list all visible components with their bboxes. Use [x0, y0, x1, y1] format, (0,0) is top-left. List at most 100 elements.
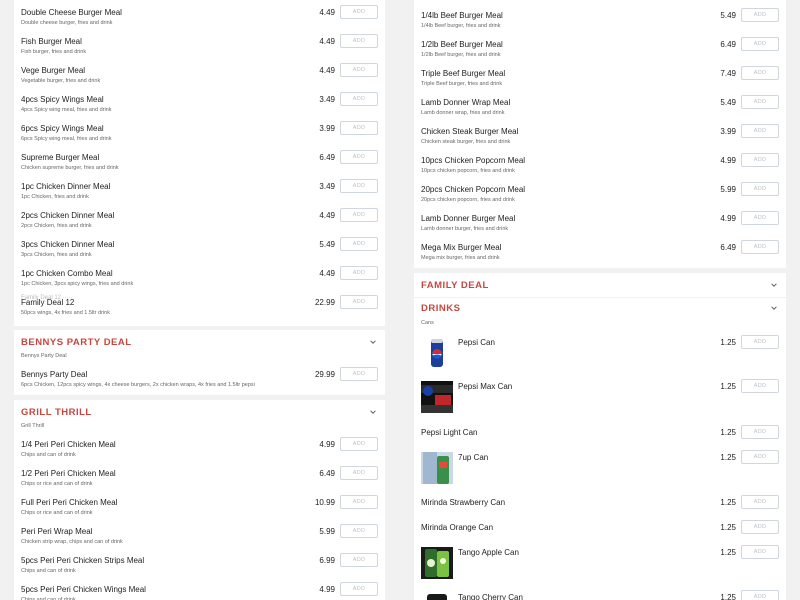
item-description: Lamb donner wrap, fries and drink: [421, 110, 505, 116]
add-button[interactable]: ADD: [340, 121, 378, 135]
item-description: Double cheese burger, fries and drink: [21, 20, 113, 26]
item-name: 10pcs Chicken Popcorn Meal: [421, 156, 526, 165]
add-button[interactable]: ADD: [741, 240, 779, 254]
item-name: Lamb Donner Burger Meal: [421, 214, 516, 223]
item-name: Chicken Steak Burger Meal: [421, 127, 519, 136]
bennys-party-deal-subtitle: Bennys Party Deal: [21, 353, 67, 359]
add-button[interactable]: ADD: [340, 367, 378, 381]
item-price: 4.49: [319, 66, 335, 75]
item-price: 1.25: [720, 382, 736, 391]
add-button[interactable]: ADD: [741, 379, 779, 393]
add-button[interactable]: ADD: [340, 63, 378, 77]
add-button[interactable]: ADD: [741, 450, 779, 464]
meals-section-card: 1/4lb Beef Burger Meal 1/4lb Beef burger,…: [414, 0, 786, 268]
bennys-party-deal-title[interactable]: BENNYS PARTY DEAL: [21, 337, 132, 348]
item-name: Mirinda Strawberry Can: [421, 498, 506, 507]
add-button[interactable]: ADD: [340, 553, 378, 567]
family-deal-section: FAMILY DEAL: [414, 273, 786, 297]
item-description: Triple Beef burger, fries and drink: [421, 81, 503, 87]
add-button[interactable]: ADD: [340, 179, 378, 193]
item-name: Full Peri Peri Chicken Meal: [21, 498, 118, 507]
add-button[interactable]: ADD: [741, 545, 779, 559]
chevron-down-icon[interactable]: [369, 408, 377, 416]
item-name: Pepsi Light Can: [421, 428, 478, 437]
right-menu-column: 1/4lb Beef Burger Meal 1/4lb Beef burger,…: [414, 0, 786, 600]
item-price: 4.99: [720, 156, 736, 165]
item-price: 3.49: [319, 95, 335, 104]
item-price: 1.25: [720, 338, 736, 347]
chevron-down-icon[interactable]: [770, 304, 778, 312]
item-name: Supreme Burger Meal: [21, 153, 100, 162]
add-button[interactable]: ADD: [340, 92, 378, 106]
item-description: 6pcs Chicken, 12pcs spicy wings, 4x chee…: [21, 382, 255, 388]
add-button[interactable]: ADD: [340, 237, 378, 251]
add-button[interactable]: ADD: [741, 590, 779, 600]
item-price: 1.25: [720, 593, 736, 600]
add-button[interactable]: ADD: [741, 95, 779, 109]
item-name: 6pcs Spicy Wings Meal: [21, 124, 104, 133]
item-description: 1pc Chicken, 3pcs spicy wings, fries and…: [21, 281, 134, 287]
add-button[interactable]: ADD: [340, 582, 378, 596]
item-description: Chicken supreme burger, fries and drink: [21, 165, 119, 171]
item-price: 6.99: [319, 556, 335, 565]
add-button[interactable]: ADD: [741, 520, 779, 534]
add-button[interactable]: ADD: [340, 5, 378, 19]
item-name: 1/4lb Beef Burger Meal: [421, 11, 503, 20]
add-button[interactable]: ADD: [741, 8, 779, 22]
add-button[interactable]: ADD: [340, 34, 378, 48]
item-price: 4.49: [319, 37, 335, 46]
item-name: Mirinda Orange Can: [421, 523, 494, 532]
chevron-down-icon[interactable]: [770, 281, 778, 289]
add-button[interactable]: ADD: [340, 466, 378, 480]
add-button[interactable]: ADD: [741, 37, 779, 51]
item-price: 22.99: [314, 298, 335, 307]
item-description: Lamb donner burger, fries and drink: [421, 226, 509, 232]
add-button[interactable]: ADD: [340, 495, 378, 509]
meals-section-card: Double Cheese Burger Meal Double cheese b…: [14, 0, 385, 326]
family-deal-title[interactable]: FAMILY DEAL: [421, 280, 489, 291]
item-name: Bennys Party Deal: [21, 370, 88, 379]
item-name: Vege Burger Meal: [21, 66, 86, 75]
item-price: 5.49: [319, 240, 335, 249]
add-button[interactable]: ADD: [741, 124, 779, 138]
add-button[interactable]: ADD: [340, 208, 378, 222]
item-price: 3.99: [720, 127, 736, 136]
add-button[interactable]: ADD: [340, 437, 378, 451]
item-name: Lamb Donner Wrap Meal: [421, 98, 511, 107]
grill-thrill-title[interactable]: GRILL THRILL: [21, 407, 92, 418]
chevron-down-icon[interactable]: [369, 338, 377, 346]
item-name: Tango Cherry Can: [458, 593, 523, 600]
add-button[interactable]: ADD: [741, 66, 779, 80]
bennys-party-deal-section: BENNYS PARTY DEAL Bennys Party Deal Benn…: [14, 330, 385, 395]
add-button[interactable]: ADD: [741, 495, 779, 509]
add-button[interactable]: ADD: [741, 153, 779, 167]
add-button[interactable]: ADD: [340, 295, 378, 309]
item-price: 5.49: [720, 11, 736, 20]
item-name: Triple Beef Burger Meal: [421, 69, 506, 78]
add-button[interactable]: ADD: [741, 335, 779, 349]
drinks-title[interactable]: DRINKS: [421, 303, 460, 314]
item-name: Double Cheese Burger Meal: [21, 8, 122, 17]
item-price: 29.99: [314, 370, 335, 379]
product-thumbnail: [421, 337, 453, 369]
add-button[interactable]: ADD: [340, 266, 378, 280]
item-price: 1.25: [720, 498, 736, 507]
drinks-section: DRINKS Cans Pepsi Can 1.25 ADD Pepsi Max Ca…: [414, 298, 786, 600]
item-description: Chips or rice and can of drink: [21, 481, 93, 487]
item-name: Pepsi Can: [458, 338, 495, 347]
product-thumbnail: [421, 547, 453, 579]
item-price: 6.49: [720, 40, 736, 49]
add-button[interactable]: ADD: [741, 211, 779, 225]
item-price: 6.49: [720, 243, 736, 252]
item-name: Pepsi Max Can: [458, 382, 513, 391]
add-button[interactable]: ADD: [741, 425, 779, 439]
item-name: 5pcs Peri Peri Chicken Wings Meal: [21, 585, 146, 594]
item-price: 5.49: [720, 98, 736, 107]
item-price: 3.49: [319, 182, 335, 191]
item-name: 4pcs Spicy Wings Meal: [21, 95, 104, 104]
item-name: 7up Can: [458, 453, 489, 462]
add-button[interactable]: ADD: [741, 182, 779, 196]
add-button[interactable]: ADD: [340, 524, 378, 538]
item-description: Chips and can of drink: [21, 452, 76, 458]
add-button[interactable]: ADD: [340, 150, 378, 164]
